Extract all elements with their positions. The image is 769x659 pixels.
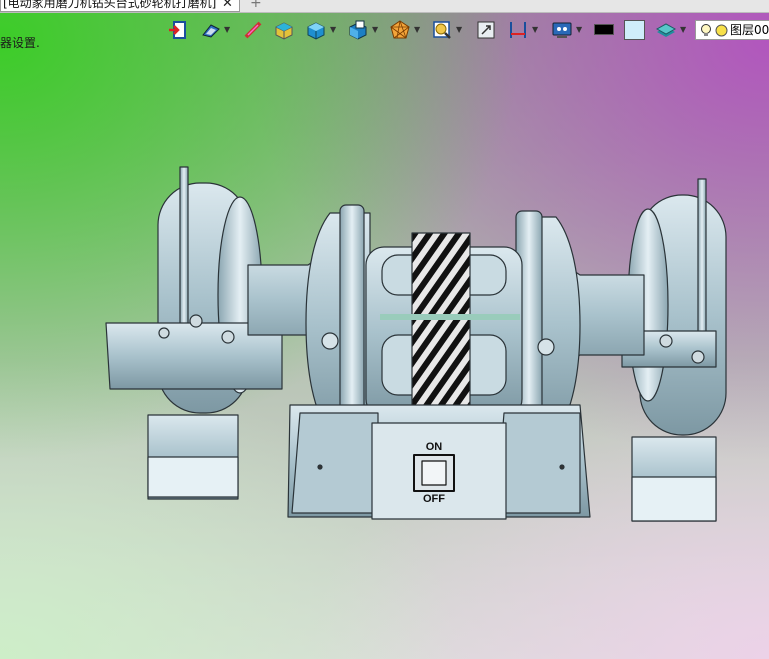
- document-tab[interactable]: [电动家用磨刀机钻头台式砂轮机打磨机]: [0, 0, 240, 12]
- document-tab-strip: [电动家用磨刀机钻头台式砂轮机打磨机] ✕ +: [0, 0, 769, 13]
- render-mode-button[interactable]: [388, 18, 412, 42]
- view-orientation-button[interactable]: [199, 18, 223, 42]
- layers-button[interactable]: [654, 18, 678, 42]
- section-view-icon: [433, 21, 451, 39]
- view-orientation-icon: [202, 24, 220, 38]
- layer-name: 图层00: [730, 23, 769, 37]
- close-tab-icon[interactable]: ✕: [222, 0, 233, 11]
- bench-grinder-model[interactable]: ON OFF: [100, 155, 730, 535]
- shaded-box-button[interactable]: [272, 18, 296, 42]
- view-cube-dropdown-icon[interactable]: ▼: [372, 25, 378, 34]
- layers-dropdown-icon[interactable]: ▼: [680, 25, 686, 34]
- layers-icon: [655, 23, 677, 37]
- measure-icon: [244, 21, 262, 39]
- view-orientation-dropdown-icon[interactable]: ▼: [224, 25, 230, 34]
- display-settings-dropdown-icon[interactable]: ▼: [576, 25, 582, 34]
- background-color-swatch[interactable]: [624, 20, 645, 40]
- dimension-button[interactable]: [506, 18, 530, 42]
- motor-rotor: [411, 232, 471, 410]
- dimension-dropdown-icon[interactable]: ▼: [532, 25, 538, 34]
- exit-button[interactable]: [166, 18, 190, 42]
- dimension-icon: [510, 22, 526, 38]
- render-mode-dropdown-icon[interactable]: ▼: [414, 25, 420, 34]
- exit-icon: [169, 21, 186, 39]
- lightbulb-icon[interactable]: [699, 23, 713, 38]
- shaded-cube-button[interactable]: [304, 18, 328, 42]
- section-view-dropdown-icon[interactable]: ▼: [456, 25, 462, 34]
- shaded-cube-dropdown-icon[interactable]: ▼: [330, 25, 336, 34]
- foreground-color-swatch[interactable]: [594, 24, 614, 35]
- view-cube-icon: [349, 20, 367, 40]
- 3d-viewport[interactable]: [电动家用磨刀机钻头台式砂轮机打磨机] ✕ + 器设置. ▼ ▼ ▼ ▼ ▼ ▼…: [0, 0, 769, 659]
- section-view-button[interactable]: [430, 18, 454, 42]
- measure-button[interactable]: [241, 18, 265, 42]
- switch-off-label: OFF: [423, 493, 445, 505]
- add-tab-icon[interactable]: +: [250, 0, 262, 11]
- zoom-fit-icon: [477, 21, 495, 39]
- display-settings-icon: [552, 22, 572, 38]
- layer-color-icon[interactable]: [715, 24, 728, 37]
- render-mode-icon: [390, 20, 410, 39]
- layer-selector[interactable]: 图层00: [695, 20, 769, 40]
- status-text: 器设置.: [0, 36, 40, 50]
- shaded-cube-icon: [307, 22, 325, 40]
- document-tab-title: [电动家用磨刀机钻头台式砂轮机打磨机]: [3, 0, 217, 10]
- shaded-box-icon: [275, 22, 293, 40]
- zoom-fit-button[interactable]: [474, 18, 498, 42]
- display-settings-button[interactable]: [550, 18, 574, 42]
- view-cube-button[interactable]: [346, 18, 370, 42]
- switch-on-label: ON: [426, 441, 443, 453]
